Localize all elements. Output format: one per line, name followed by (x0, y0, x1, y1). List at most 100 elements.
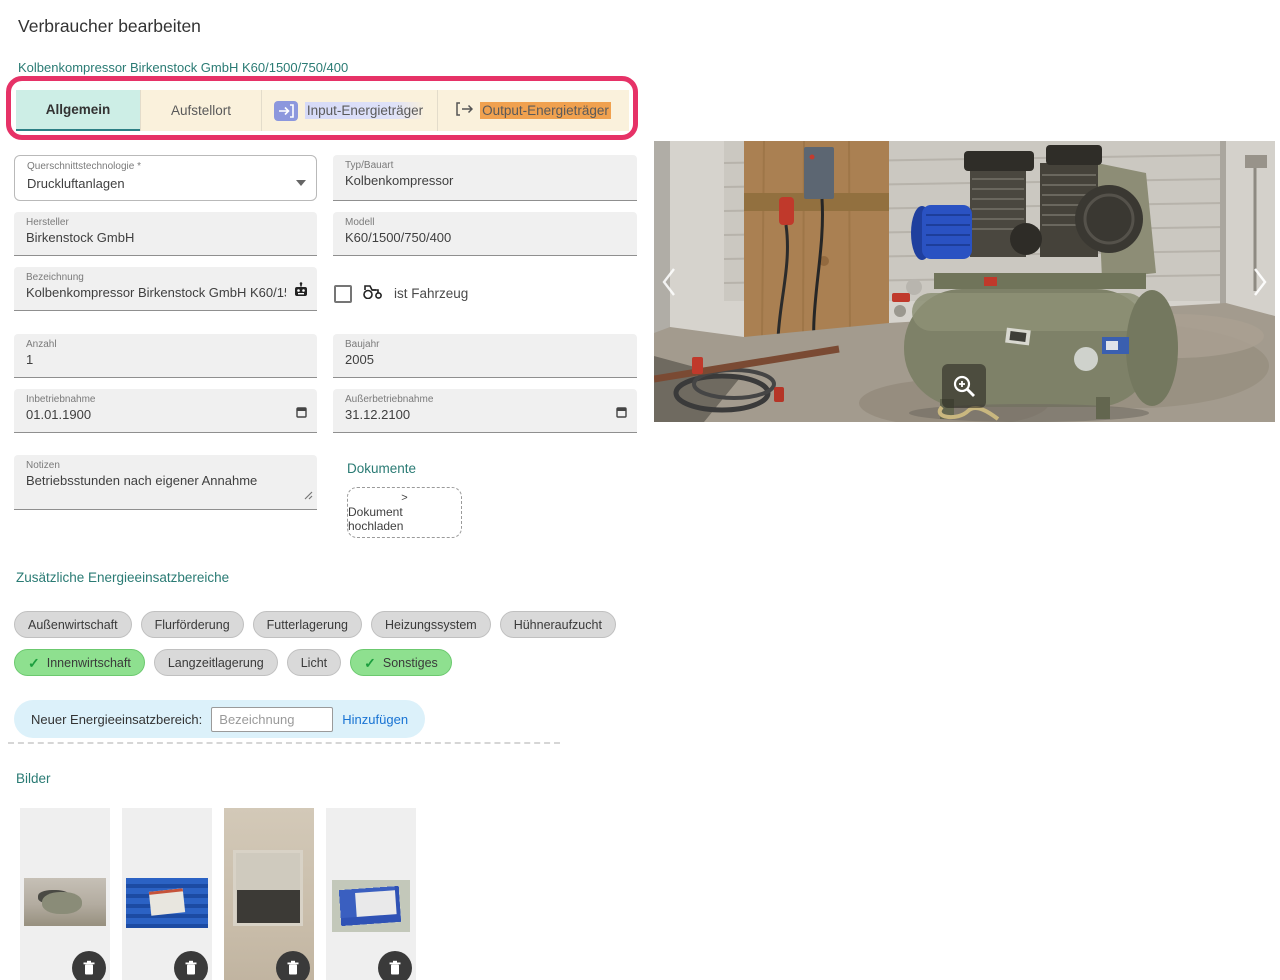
hersteller-field[interactable]: Hersteller Birkenstock GmbH (14, 212, 317, 256)
chip-label: Flurförderung (154, 617, 230, 632)
delete-image-button[interactable] (276, 951, 310, 980)
tab-label: Allgemein (45, 102, 111, 117)
chip-label: Licht (300, 655, 328, 670)
field-value: Kolbenkompressor (345, 173, 454, 188)
device-photo[interactable] (653, 140, 1275, 427)
chip-heizungssystem[interactable]: Heizungssystem (370, 611, 491, 638)
delete-image-button[interactable] (174, 951, 208, 980)
field-label: Baujahr (345, 339, 380, 350)
delete-image-button[interactable] (72, 951, 106, 980)
field-label: Außerbetriebnahme (345, 394, 434, 405)
chip-label: Hühneraufzucht (513, 617, 602, 632)
calendar-icon[interactable] (616, 405, 627, 423)
chip-huehneraufzucht[interactable]: Hühneraufzucht (499, 611, 616, 638)
chip-innenwirtschaft[interactable]: ✓ Innenwirtschaft (14, 649, 145, 676)
magnifier-plus-icon (953, 375, 975, 397)
field-label: Typ/Bauart (345, 160, 394, 171)
field-label: Anzahl (26, 339, 57, 350)
ist-fahrzeug-checkbox[interactable] (334, 284, 352, 303)
thumbnail-image[interactable] (126, 878, 208, 928)
chip-aussenwirtschaft[interactable]: Außenwirtschaft (14, 611, 132, 638)
tab-bar: Allgemein Aufstellort Input-Energieträge… (16, 90, 629, 131)
previous-image-button[interactable] (654, 141, 684, 422)
field-label: Querschnittstechnologie * (27, 161, 141, 172)
field-value: 31.12.2100 (345, 407, 411, 422)
typ-bauart-field[interactable]: Typ/Bauart Kolbenkompressor (333, 155, 637, 201)
bezeichnung-field[interactable]: Bezeichnung Kolbenkompressor Birkenstock… (14, 267, 317, 311)
tab-label: Input-Energieträger (304, 102, 426, 119)
anzahl-field[interactable]: Anzahl 1 (14, 334, 317, 378)
add-button[interactable]: Hinzufügen (342, 712, 408, 727)
login-icon (273, 100, 298, 121)
thumbnail-image[interactable] (24, 878, 106, 926)
resize-handle-icon[interactable] (304, 487, 313, 505)
chip-sonstiges[interactable]: ✓ Sonstiges (350, 649, 452, 676)
zoom-image-button[interactable] (942, 364, 986, 408)
tab-label: Output-Energieträger (480, 102, 611, 119)
thumbnail-image[interactable] (332, 880, 410, 932)
energiebereiche-heading: Zusätzliche Energieeinsatzbereiche (16, 570, 230, 585)
field-value: 2005 (345, 352, 374, 367)
upload-document-button[interactable]: > Dokument hochladen (347, 487, 462, 538)
tab-aufstellort[interactable]: Aufstellort (140, 90, 261, 131)
ist-fahrzeug-label: ist Fahrzeug (394, 286, 469, 301)
querschnittstechnologie-select[interactable]: Querschnittstechnologie * Druckluftanlag… (14, 155, 317, 201)
chip-label: Heizungssystem (384, 617, 477, 632)
calendar-icon[interactable] (296, 405, 307, 423)
field-value: 1 (26, 352, 34, 367)
ausserbetriebnahme-field[interactable]: Außerbetriebnahme 31.12.2100 (333, 389, 637, 433)
chip-flurfoerderung[interactable]: Flurförderung (140, 611, 244, 638)
check-icon: ✓ (364, 654, 376, 671)
field-label: Hersteller (26, 217, 69, 228)
chip-label: Langzeitlagerung (167, 655, 264, 670)
image-card (122, 808, 212, 980)
chip-label: Innenwirtschaft (46, 655, 131, 670)
field-label: Bezeichnung (26, 272, 84, 283)
field-value: Birkenstock GmbH (26, 230, 135, 245)
device-subtitle: Kolbenkompressor Birkenstock GmbH K60/15… (18, 60, 349, 75)
new-energiebereich-input[interactable] (211, 706, 334, 732)
field-value: 01.01.1900 (26, 407, 92, 422)
section-divider (8, 742, 560, 744)
chip-label: Sonstiges (382, 655, 438, 670)
baujahr-field[interactable]: Baujahr 2005 (333, 334, 637, 378)
image-card (20, 808, 110, 980)
chevron-down-icon (296, 173, 306, 191)
new-energiebereich-row: Neuer Energieeinsatzbereich: Hinzufügen (14, 700, 426, 738)
chip-label: Außenwirtschaft (28, 617, 118, 632)
chevron-right-icon (1254, 267, 1267, 296)
trash-icon (389, 960, 401, 975)
chevron-left-icon (662, 267, 675, 296)
field-label: Modell (345, 217, 375, 228)
robot-icon[interactable] (293, 282, 309, 302)
new-energiebereich-label: Neuer Energieeinsatzbereich: (31, 711, 203, 727)
trash-icon (287, 960, 299, 975)
tab-label: Aufstellort (170, 103, 232, 118)
modell-field[interactable]: Modell K60/1500/750/400 (333, 212, 637, 256)
tab-allgemein[interactable]: Allgemein (16, 90, 140, 131)
tab-output-energietraeger[interactable]: Output-Energieträger (437, 90, 629, 131)
tractor-icon (362, 283, 384, 304)
chip-label: Futterlagerung (266, 617, 348, 632)
chip-langzeitlagerung[interactable]: Langzeitlagerung (153, 649, 278, 676)
logout-icon (456, 102, 474, 119)
trash-icon (83, 960, 95, 975)
chip-futterlagerung[interactable]: Futterlagerung (252, 611, 362, 638)
field-value: K60/1500/750/400 (345, 230, 452, 245)
ist-fahrzeug-row: ist Fahrzeug (334, 283, 468, 304)
field-value: Kolbenkompressor Birkenstock GmbH K60/15… (26, 285, 286, 300)
notizen-field[interactable]: Notizen Betriebsstunden nach eigener Ann… (14, 455, 317, 510)
trash-icon (185, 960, 197, 975)
upload-label: Dokument hochladen (348, 505, 404, 533)
tab-input-energietraeger[interactable]: Input-Energieträger (261, 90, 437, 131)
page-title: Verbraucher bearbeiten (18, 16, 201, 36)
field-value: Betriebsstunden nach eigener Annahme (26, 473, 258, 488)
next-image-button[interactable] (1245, 141, 1275, 422)
upload-chevron-icon: > (401, 492, 408, 504)
dokumente-heading: Dokumente (347, 461, 417, 476)
image-card (326, 808, 416, 980)
delete-image-button[interactable] (378, 951, 412, 980)
chip-licht[interactable]: Licht (286, 649, 342, 676)
check-icon: ✓ (28, 654, 40, 671)
inbetriebnahme-field[interactable]: Inbetriebnahme 01.01.1900 (14, 389, 317, 433)
